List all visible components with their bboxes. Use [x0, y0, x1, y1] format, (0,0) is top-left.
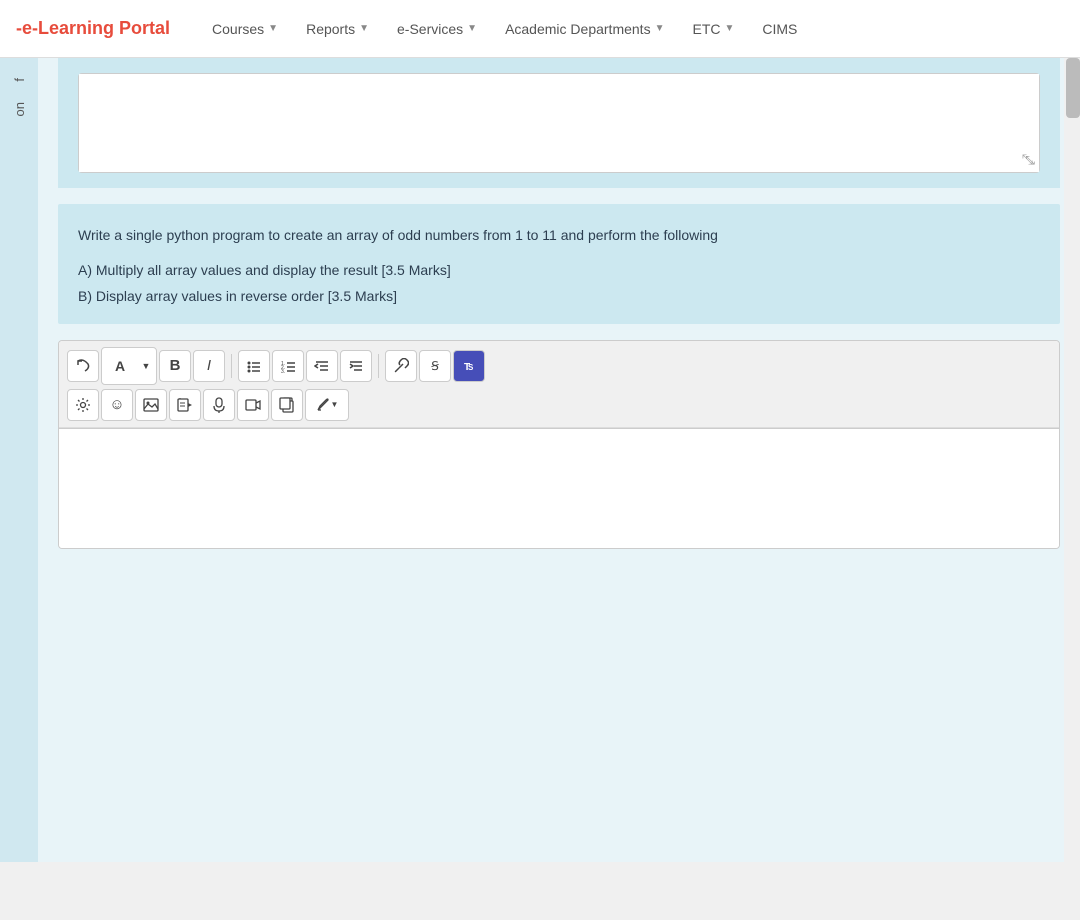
video-file-button[interactable] [169, 389, 201, 421]
ordered-list-button[interactable]: 1.2.3. [272, 350, 304, 382]
font-button[interactable]: A [104, 350, 136, 382]
sidebar-strip: f on [0, 58, 38, 862]
main-content: f on ⤡ Write a single python program to … [0, 58, 1080, 862]
nav-menu: Courses ▼ Reports ▼ e-Services ▼ Academi… [200, 13, 809, 45]
nav-cims-label: CIMS [762, 21, 797, 37]
indent-increase-button[interactable] [340, 350, 372, 382]
answer-editor: A ▼ B I 1.2.3. [58, 340, 1060, 549]
audio-button[interactable] [203, 389, 235, 421]
nav-courses-label: Courses [212, 21, 264, 37]
chevron-down-icon: ▼ [655, 23, 665, 34]
question-main-text: Write a single python program to create … [78, 224, 1040, 246]
bold-button[interactable]: B [159, 350, 191, 382]
teams-button[interactable]: TS [453, 350, 485, 382]
resize-handle-icon: ⤡ [1022, 151, 1033, 168]
sidebar-letter-on: on [12, 102, 27, 116]
pen-button[interactable]: ▼ [305, 389, 349, 421]
navbar: -e-Learning Portal Courses ▼ Reports ▼ … [0, 0, 1080, 58]
pen-dropdown-arrow: ▼ [331, 400, 339, 409]
toolbar-divider-2 [378, 354, 379, 378]
svg-text:3.: 3. [281, 369, 285, 374]
nav-cims[interactable]: CIMS [750, 13, 809, 45]
image-button[interactable] [135, 389, 167, 421]
settings-button[interactable] [67, 389, 99, 421]
scroll-thumb[interactable] [1066, 58, 1080, 118]
copy-button[interactable] [271, 389, 303, 421]
unordered-list-button[interactable] [238, 350, 270, 382]
nav-reports[interactable]: Reports ▼ [294, 13, 381, 45]
video-button[interactable] [237, 389, 269, 421]
italic-button[interactable]: I [193, 350, 225, 382]
nav-eservices[interactable]: e-Services ▼ [385, 13, 489, 45]
chevron-down-icon: ▼ [359, 23, 369, 34]
toolbar-divider-1 [231, 354, 232, 378]
indent-decrease-button[interactable] [306, 350, 338, 382]
font-group: A ▼ [101, 347, 157, 385]
chevron-down-icon: ▼ [467, 23, 477, 34]
previous-answer-section: ⤡ [58, 58, 1060, 188]
nav-academic-departments-label: Academic Departments [505, 21, 651, 37]
link-button[interactable] [385, 350, 417, 382]
brand-logo: -e-Learning Portal [16, 18, 170, 39]
nav-reports-label: Reports [306, 21, 355, 37]
toolbar-row-1: A ▼ B I 1.2.3. [67, 347, 1051, 385]
brand-text: e-Learning Portal [22, 18, 170, 38]
editor-text-area[interactable] [59, 428, 1059, 548]
undo-button[interactable] [67, 350, 99, 382]
question-part-a: A) Multiply all array values and display… [78, 258, 1040, 283]
font-dropdown-button[interactable]: ▼ [138, 350, 154, 382]
nav-etc-label: ETC [692, 21, 720, 37]
emoji-button[interactable]: ☺ [101, 389, 133, 421]
question-part-b: B) Display array values in reverse order… [78, 284, 1040, 309]
nav-courses[interactable]: Courses ▼ [200, 13, 290, 45]
toolbar-row-2: ☺ [67, 389, 1051, 421]
svg-text:S: S [468, 363, 474, 372]
chevron-down-icon: ▼ [268, 23, 278, 34]
chevron-down-icon: ▼ [724, 23, 734, 34]
nav-eservices-label: e-Services [397, 21, 463, 37]
scrollbar[interactable] [1064, 58, 1080, 862]
nav-academic-departments[interactable]: Academic Departments ▼ [493, 13, 676, 45]
sidebar-letter-f: f [12, 78, 27, 82]
question-card: Write a single python program to create … [58, 204, 1060, 324]
editor-toolbar: A ▼ B I 1.2.3. [59, 341, 1059, 428]
content-wrapper: ⤡ Write a single python program to creat… [38, 58, 1080, 569]
answer-input-top[interactable] [79, 74, 1039, 172]
previous-answer-textarea[interactable]: ⤡ [78, 73, 1040, 173]
special-chars-button[interactable]: Ꞩ [419, 350, 451, 382]
nav-etc[interactable]: ETC ▼ [680, 13, 746, 45]
